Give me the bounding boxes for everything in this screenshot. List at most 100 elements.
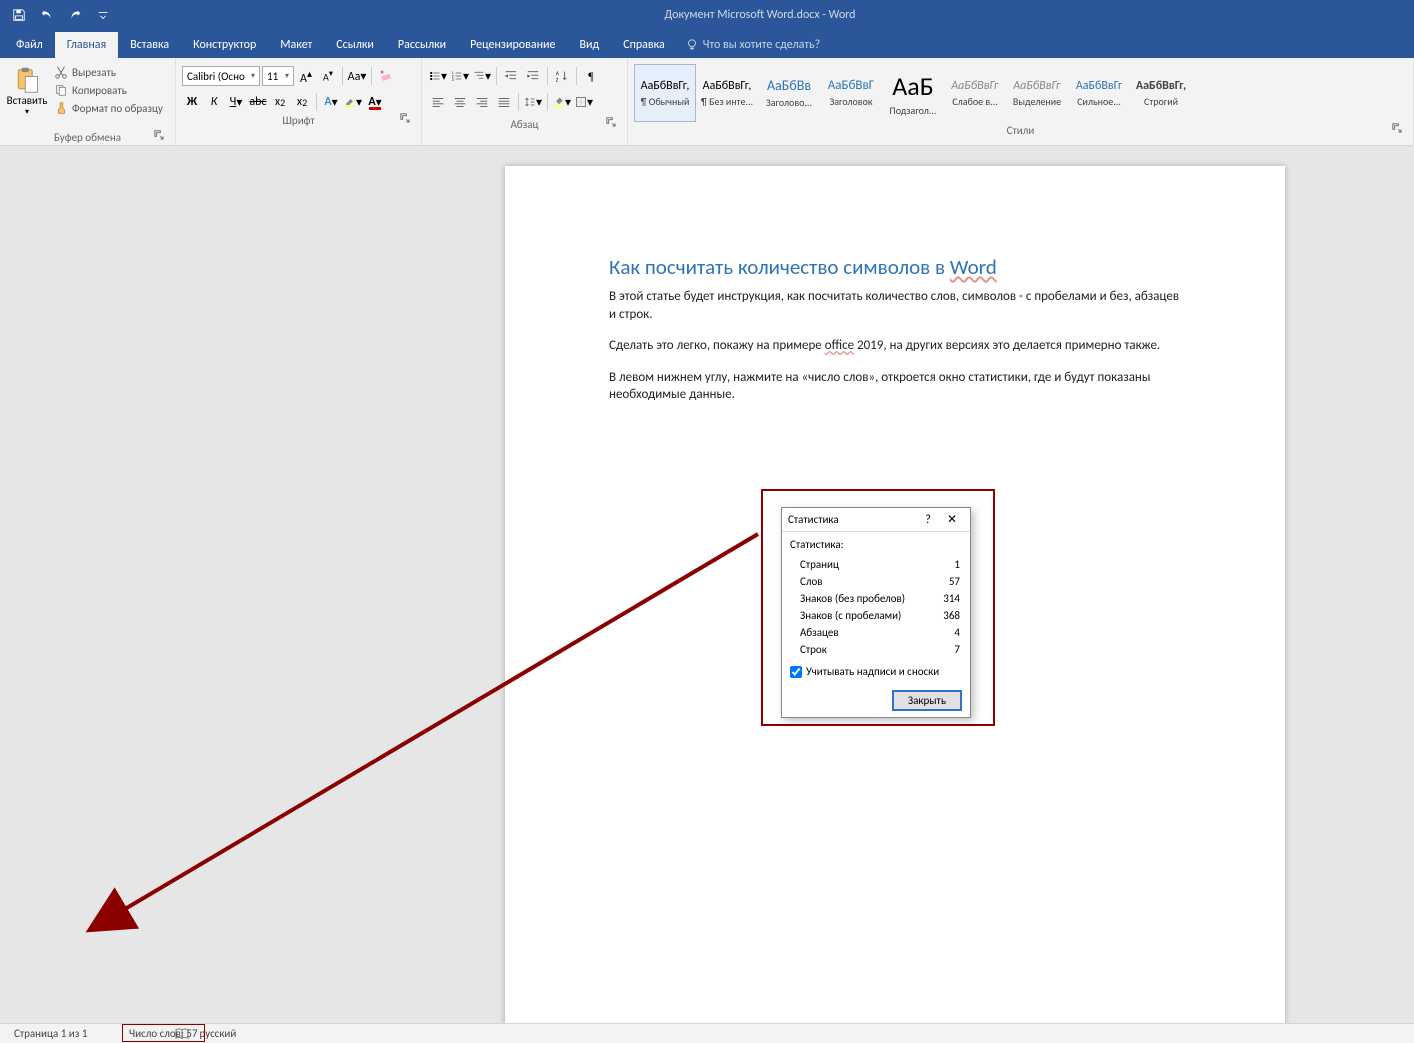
bucket-icon xyxy=(553,95,565,109)
stat-row: Строк7 xyxy=(792,642,960,657)
shading-button[interactable]: ▾ xyxy=(552,92,572,112)
tab-insert[interactable]: Вставка xyxy=(118,32,181,58)
page-indicator[interactable]: Страница 1 из 1 xyxy=(10,1025,91,1042)
line-spacing-button[interactable]: ▾ xyxy=(523,92,543,112)
redo-button[interactable] xyxy=(64,4,86,26)
tab-references[interactable]: Ссылки xyxy=(324,32,386,58)
stat-row: Абзацев4 xyxy=(792,625,960,640)
text-effects-button[interactable]: A▾ xyxy=(321,92,341,112)
clear-format-button[interactable] xyxy=(376,66,396,86)
statistics-dialog: Статистика ? ✕ Статистика: Страниц1Слов5… xyxy=(781,507,971,718)
statusbar: Страница 1 из 1 Число слов: 57 русский xyxy=(0,1023,1414,1043)
grow-font-button[interactable]: A▴ xyxy=(296,66,316,86)
change-case-button[interactable]: Aa▾ xyxy=(347,66,367,86)
paste-button[interactable]: Вставить ▾ xyxy=(6,62,48,129)
paragraph-launcher[interactable] xyxy=(604,116,617,129)
bold-button[interactable]: Ж xyxy=(182,92,202,112)
stat-row: Знаков (без пробелов)314 xyxy=(792,591,960,606)
style-intense[interactable]: АаБбВвГгСильное... xyxy=(1068,64,1130,122)
doc-paragraph-3[interactable]: В левом нижнем углу, нажмите на «число с… xyxy=(609,369,1185,404)
tab-home[interactable]: Главная xyxy=(55,32,118,58)
paste-icon xyxy=(13,66,41,94)
copy-icon xyxy=(54,83,68,97)
checkbox-input[interactable] xyxy=(790,666,802,678)
font-size-combo[interactable]: 11▾ xyxy=(262,66,294,86)
highlight-icon xyxy=(344,95,356,109)
style-emph[interactable]: АаБбВвГгВыделение xyxy=(1006,64,1068,122)
font-color-button[interactable]: A▾ xyxy=(365,92,385,112)
group-paragraph: ▾ 123▾ ▾ AZ ¶ ▾ ▾ ▾ xyxy=(422,58,628,146)
align-center-button[interactable] xyxy=(450,92,470,112)
subscript-button[interactable]: x2 xyxy=(270,92,290,112)
ribbon: Вставить ▾ Вырезать Копировать Формат по… xyxy=(0,58,1414,146)
italic-button[interactable]: К xyxy=(204,92,224,112)
align-left-button[interactable] xyxy=(428,92,448,112)
strikethrough-button[interactable]: abc xyxy=(248,92,268,112)
svg-text:A: A xyxy=(556,71,560,77)
style-title[interactable]: АаБПодзагол... xyxy=(882,64,944,122)
underline-button[interactable]: Ч▾ xyxy=(226,92,246,112)
doc-heading[interactable]: Как посчитать количество символов в Word xyxy=(609,254,1185,280)
shrink-font-button[interactable]: A▾ xyxy=(318,66,338,86)
highlight-button[interactable]: ▾ xyxy=(343,92,363,112)
doc-paragraph-1[interactable]: В этой статье будет инструкция, как посч… xyxy=(609,288,1185,323)
style-subtle[interactable]: АаБбВвГгСлабое в... xyxy=(944,64,1006,122)
format-painter-button[interactable]: Формат по образцу xyxy=(52,100,165,116)
style-strong[interactable]: АаБбВвГг,Строгий xyxy=(1130,64,1192,122)
font-launcher[interactable] xyxy=(398,112,411,125)
styles-group-label: Стили xyxy=(1007,124,1035,137)
undo-button[interactable] xyxy=(36,4,58,26)
tell-me-search[interactable]: Что вы хотите сделать? xyxy=(685,32,820,58)
group-styles: АаБбВвГг,¶ ОбычныйАаБбВвГг,¶ Без инте...… xyxy=(628,58,1414,146)
dialog-title: Статистика xyxy=(788,513,916,526)
tab-file[interactable]: Файл xyxy=(4,32,55,58)
sort-button[interactable]: AZ xyxy=(552,66,572,86)
style-h1[interactable]: АаБбВвЗаголово... xyxy=(758,64,820,122)
font-group-label: Шрифт xyxy=(282,114,314,127)
inc-indent-button[interactable] xyxy=(523,66,543,86)
style-h2[interactable]: АаБбВвГЗаголовок xyxy=(820,64,882,122)
copy-button[interactable]: Копировать xyxy=(52,82,165,98)
multilevel-button[interactable]: ▾ xyxy=(472,66,492,86)
tell-me-label: Что вы хотите сделать? xyxy=(703,38,820,52)
stat-row: Страниц1 xyxy=(792,557,960,572)
justify-button[interactable] xyxy=(494,92,514,112)
group-clipboard: Вставить ▾ Вырезать Копировать Формат по… xyxy=(0,58,176,146)
brush-icon xyxy=(54,101,68,115)
svg-text:Z: Z xyxy=(556,77,559,83)
styles-launcher[interactable] xyxy=(1390,122,1403,135)
show-marks-button[interactable]: ¶ xyxy=(581,66,601,86)
tab-view[interactable]: Вид xyxy=(567,32,611,58)
dialog-help-button[interactable]: ? xyxy=(916,513,940,527)
include-textboxes-checkbox[interactable]: Учитывать надписи и сноски xyxy=(790,665,962,678)
word-count[interactable]: Число слов: 57 xyxy=(122,1024,205,1042)
tab-design[interactable]: Конструктор xyxy=(181,32,268,58)
group-font: Calibri (Осно▾ 11▾ A▴ A▾ Aa▾ Ж К Ч▾ abc … xyxy=(176,58,422,146)
dialog-close-button[interactable]: Закрыть xyxy=(892,690,962,711)
save-button[interactable] xyxy=(8,4,30,26)
document-canvas[interactable]: Как посчитать количество символов в Word… xyxy=(0,146,1414,1023)
tab-help[interactable]: Справка xyxy=(611,32,677,58)
bullets-button[interactable]: ▾ xyxy=(428,66,448,86)
font-name-combo[interactable]: Calibri (Осно▾ xyxy=(182,66,260,86)
paragraph-group-label: Абзац xyxy=(511,118,539,131)
borders-button[interactable]: ▾ xyxy=(574,92,594,112)
checkbox-label: Учитывать надписи и сноски xyxy=(806,665,939,678)
tab-mailings[interactable]: Рассылки xyxy=(386,32,458,58)
clipboard-group-label: Буфер обмена xyxy=(54,131,121,144)
cut-button[interactable]: Вырезать xyxy=(52,64,165,80)
superscript-button[interactable]: x2 xyxy=(292,92,312,112)
dec-indent-button[interactable] xyxy=(501,66,521,86)
style-nospacing[interactable]: АаБбВвГг,¶ Без инте... xyxy=(696,64,758,122)
style-normal[interactable]: АаБбВвГг,¶ Обычный xyxy=(634,64,696,122)
dialog-heading: Статистика: xyxy=(790,538,962,551)
tab-layout[interactable]: Макет xyxy=(268,32,324,58)
dialog-close-x[interactable]: ✕ xyxy=(940,512,964,527)
numbering-button[interactable]: 123▾ xyxy=(450,66,470,86)
qat-customize[interactable] xyxy=(92,4,114,26)
eraser-icon xyxy=(379,69,393,83)
clipboard-launcher[interactable] xyxy=(152,129,165,142)
doc-paragraph-2[interactable]: Сделать это легко, покажу на примере off… xyxy=(609,337,1185,355)
align-right-button[interactable] xyxy=(472,92,492,112)
tab-review[interactable]: Рецензирование xyxy=(458,32,567,58)
